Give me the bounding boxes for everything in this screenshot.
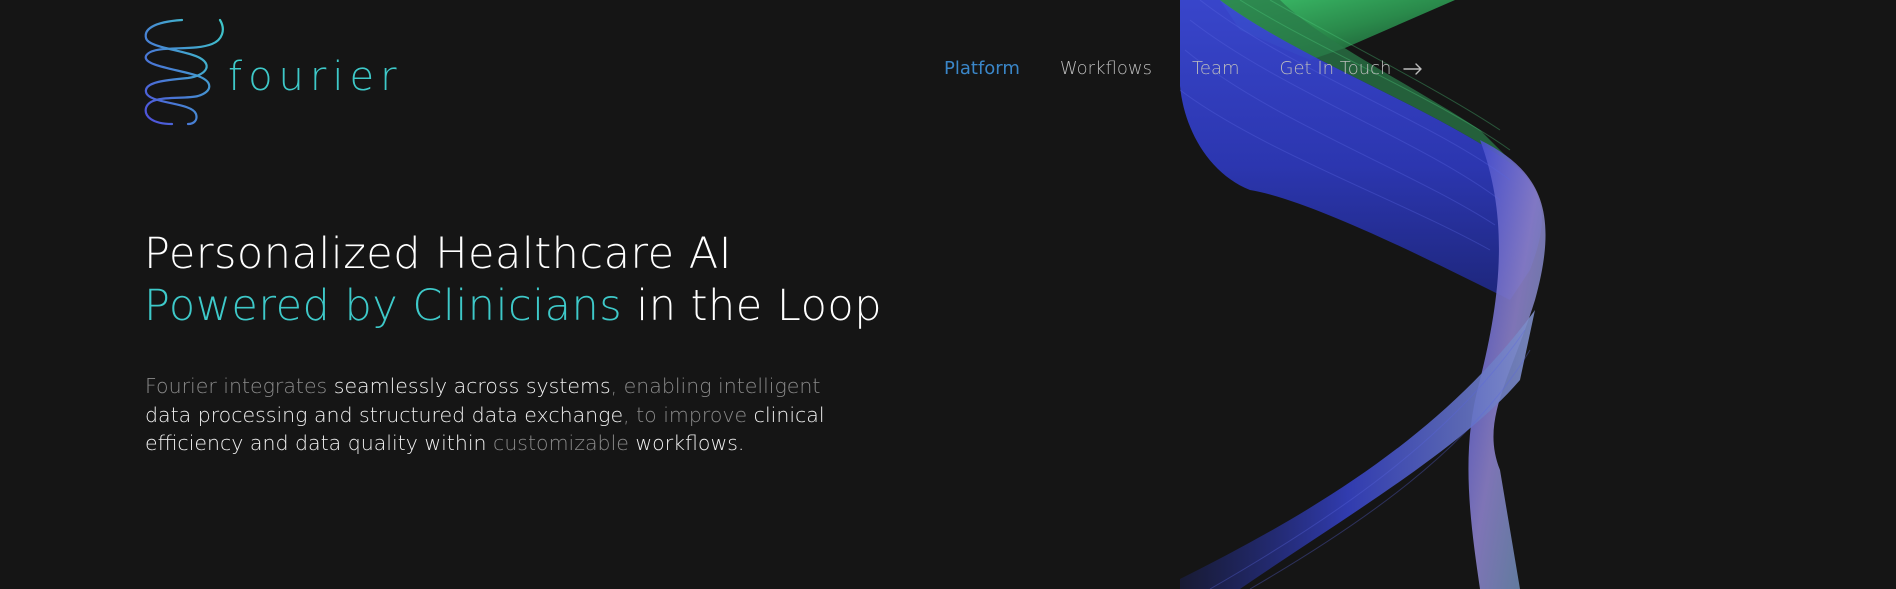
nav-item-workflows[interactable]: Workflows — [1060, 58, 1152, 79]
helix-ribbon-illustration — [1180, 0, 1546, 589]
hero-text-segment: , to improve — [623, 402, 754, 427]
landing-page: fourier Platform Workflows Team Get In T… — [0, 0, 1896, 589]
brand-wordmark: fourier — [228, 54, 403, 100]
get-in-touch-link[interactable]: Get In Touch — [1280, 58, 1424, 79]
hero-title-line2: in the Loop — [622, 281, 882, 331]
hero-text-segment: , enabling intelligent — [610, 374, 821, 398]
hero-text-highlight: seamlessly across systems — [333, 374, 611, 398]
main-nav: Platform Workflows Team Get In Touch — [944, 58, 1423, 79]
arrow-right-icon — [1403, 62, 1423, 75]
hero-text-segment: Fourier integrates — [145, 374, 334, 398]
get-in-touch-label: Get In Touch — [1279, 58, 1392, 79]
hero-text-highlight: workflows. — [635, 431, 745, 456]
hero-title-line1: Personalized Healthcare AI — [144, 229, 732, 279]
hero-title-accent: Powered by Clinicians — [144, 281, 623, 331]
brand-logo[interactable]: fourier — [142, 16, 403, 128]
hero-description: Fourier integrates seamlessly across sys… — [145, 372, 835, 458]
nav-item-team[interactable]: Team — [1192, 58, 1240, 79]
hero-text-segment: customizable — [486, 431, 636, 456]
double-helix-icon — [144, 18, 224, 126]
hero-title: Personalized Healthcare AI Powered by Cl… — [144, 228, 882, 332]
hero-text-highlight: data processing and structured data exch… — [145, 402, 624, 427]
nav-item-platform[interactable]: Platform — [944, 58, 1020, 79]
